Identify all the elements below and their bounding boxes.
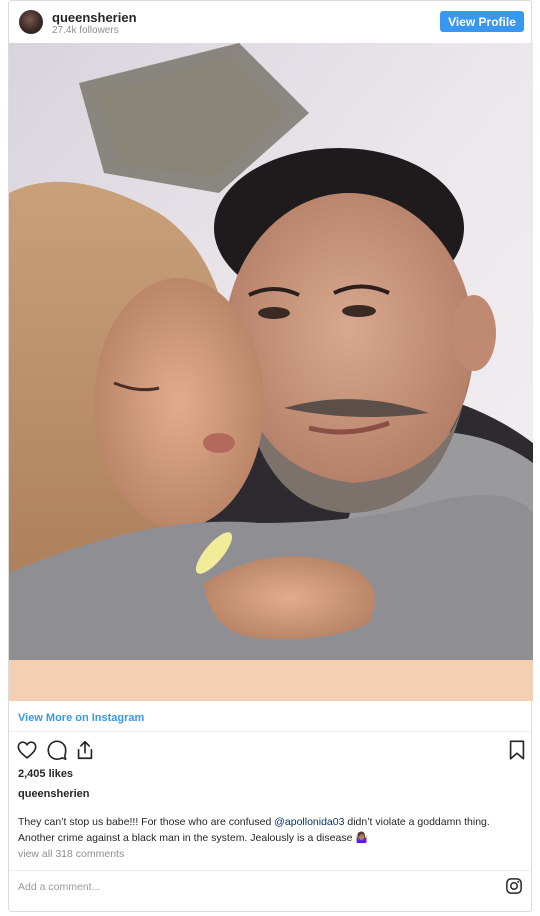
instagram-embed-card: queensherien 27.4k followers View Profil… (8, 0, 533, 912)
post-header: queensherien 27.4k followers View Profil… (9, 1, 531, 43)
share-icon[interactable] (74, 739, 96, 761)
post-caption: They can’t stop us babe!!! For those who… (18, 814, 526, 846)
divider (9, 870, 531, 871)
like-count[interactable]: 2,405 likes (18, 768, 73, 780)
view-profile-button[interactable]: View Profile (440, 11, 524, 32)
photo-bottom-band (9, 660, 533, 701)
instagram-icon[interactable] (505, 877, 523, 895)
heart-icon[interactable] (16, 739, 38, 761)
post-photo[interactable] (9, 43, 533, 660)
mention-link[interactable]: @apollonida03 (274, 816, 344, 828)
add-comment-input[interactable]: Add a comment... (18, 881, 100, 893)
view-comments-link[interactable]: view all 318 comments (18, 848, 124, 860)
view-more-link[interactable]: View More on Instagram (18, 712, 144, 724)
comment-icon[interactable] (46, 739, 68, 761)
divider (9, 731, 531, 732)
caption-text: They can’t stop us babe!!! For those who… (18, 816, 275, 828)
username[interactable]: queensherien (52, 10, 137, 25)
action-bar (9, 739, 531, 765)
avatar[interactable] (19, 10, 43, 34)
bookmark-icon[interactable] (506, 739, 528, 761)
caption-username[interactable]: queensherien (18, 788, 90, 800)
follower-count: 27.4k followers (52, 25, 119, 36)
